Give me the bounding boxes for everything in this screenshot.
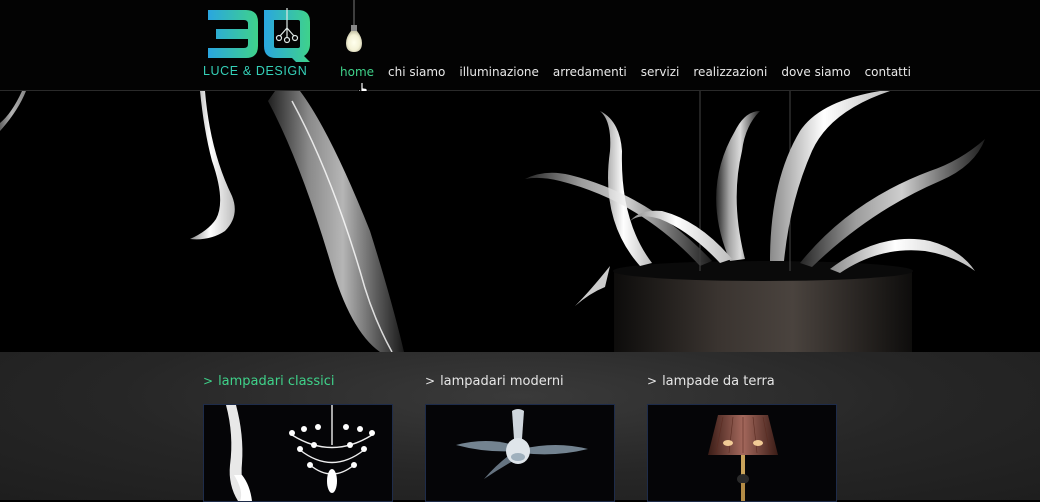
brand-logo[interactable]: LUCE & DESIGN bbox=[200, 6, 315, 81]
hero-banner bbox=[0, 91, 1040, 352]
category-link-lampadari-classici[interactable]: > lampadari classici bbox=[203, 374, 334, 389]
chandelier-icon bbox=[226, 405, 375, 501]
hero-glass-chandelier-image bbox=[0, 91, 985, 352]
category-section: > lampadari classici > lampadari moderni… bbox=[0, 352, 1040, 502]
nav-item-servizi[interactable]: servizi bbox=[634, 63, 687, 83]
chevron-right-icon: > bbox=[647, 374, 658, 388]
logo-mark-icon bbox=[208, 8, 310, 62]
chevron-right-icon: > bbox=[203, 374, 214, 388]
nav-item-home[interactable]: home bbox=[338, 63, 381, 83]
category-label: lampade da terra bbox=[662, 374, 775, 389]
site-header: LUCE & DESIGN home chi siamo illuminazio… bbox=[0, 0, 1040, 96]
nav-item-contatti[interactable]: contatti bbox=[858, 63, 918, 83]
category-label: lampadari classici bbox=[218, 374, 335, 389]
light-bulb-icon bbox=[346, 0, 362, 52]
nav-item-chi-siamo[interactable]: chi siamo bbox=[381, 63, 452, 83]
nav-item-dove-siamo[interactable]: dove siamo bbox=[774, 63, 857, 83]
category-label: lampadari moderni bbox=[440, 374, 564, 389]
category-thumb-lampadari-moderni[interactable] bbox=[425, 404, 615, 502]
nav-item-arredamenti[interactable]: arredamenti bbox=[546, 63, 634, 83]
nav-item-illuminazione[interactable]: illuminazione bbox=[452, 63, 546, 83]
category-link-lampade-da-terra[interactable]: > lampade da terra bbox=[647, 374, 775, 389]
category-card-lampadari-classici[interactable]: > lampadari classici bbox=[203, 352, 393, 502]
logo-tagline: LUCE & DESIGN bbox=[203, 64, 308, 78]
nav-item-realizzazioni[interactable]: realizzazioni bbox=[686, 63, 774, 83]
category-card-lampade-da-terra[interactable]: > lampade da terra bbox=[647, 352, 837, 502]
main-nav: home chi siamo illuminazione arredamenti… bbox=[338, 63, 918, 83]
category-card-lampadari-moderni[interactable]: > lampadari moderni bbox=[425, 352, 615, 502]
category-thumb-lampadari-classici[interactable] bbox=[203, 404, 393, 502]
ceiling-fan-icon bbox=[456, 409, 588, 479]
category-thumb-lampade-da-terra[interactable] bbox=[647, 404, 837, 502]
category-link-lampadari-moderni[interactable]: > lampadari moderni bbox=[425, 374, 564, 389]
chevron-right-icon: > bbox=[425, 374, 436, 388]
floor-lamp-icon bbox=[708, 415, 778, 501]
